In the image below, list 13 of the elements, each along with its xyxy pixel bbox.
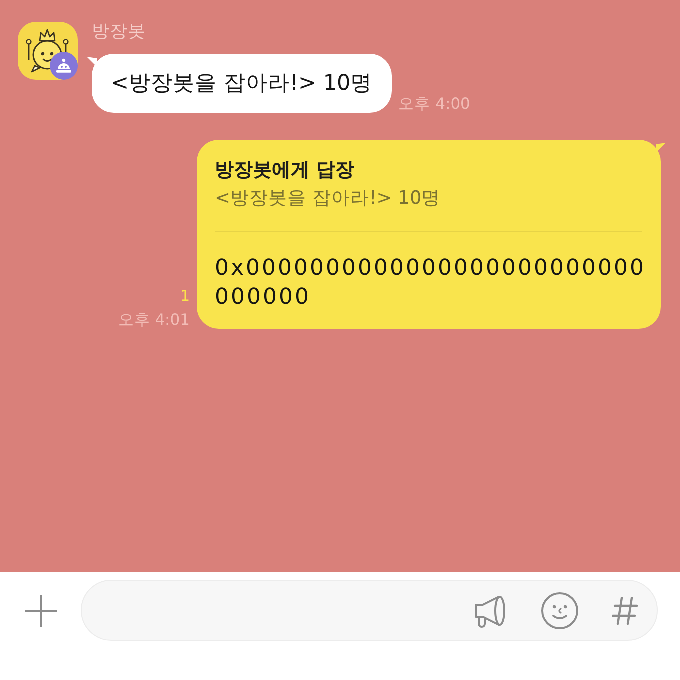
plus-icon[interactable] [24,594,56,626]
sender-name: 방장봇 [91,22,146,42]
unread-count: 1 [180,287,190,305]
message-text: 0x0000000000000000000000000000000 [215,255,647,312]
message-text: <방장봇을 잡아라!> 10명 [111,70,373,97]
message-time: 오후 4:01 [118,311,190,329]
reply-header: 방장봇에게 답장 [215,159,355,181]
robot-badge-icon [50,52,78,80]
megaphone-icon[interactable] [473,594,507,628]
message-time: 오후 4:00 [398,95,470,113]
hash-icon[interactable] [612,596,638,624]
quoted-text: <방장봇을 잡아라!> 10명 [215,188,441,210]
smiley-icon[interactable] [541,592,579,630]
